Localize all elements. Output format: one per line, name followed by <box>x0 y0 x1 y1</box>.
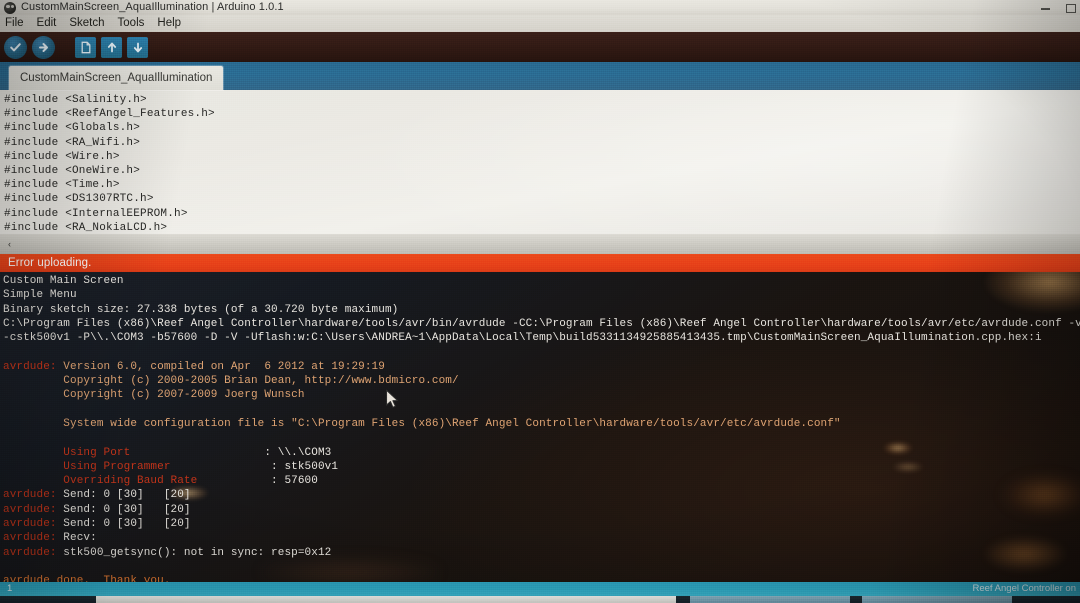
menu-item-tools[interactable]: Tools <box>118 15 145 32</box>
console-output[interactable]: Custom Main Screen Simple Menu Binary sket… <box>0 272 1080 582</box>
verify-button[interactable] <box>4 35 27 59</box>
arrow-right-icon <box>39 42 48 52</box>
console-line: Overriding Baud Rate : 57600 <box>3 474 1080 488</box>
console-line: avrdude: Send: 0 [30] [20] <box>3 503 1080 517</box>
console-line: C:\Program Files (x86)\Reef Angel Contro… <box>3 317 1080 330</box>
page-icon <box>81 41 90 53</box>
console-line-value: : \\.\COM3 <box>264 446 332 459</box>
checkmark-icon <box>10 42 21 51</box>
console-line-value: : stk500v1 <box>271 460 339 473</box>
console-line: Using Port : \\.\COM3 <box>3 446 1080 460</box>
arduino-logo-icon <box>4 1 16 14</box>
board-indicator: Reef Angel Controller on <box>972 583 1076 594</box>
console-line: -cstk500v1 -P\\.\COM3 -b57600 -D -V -Ufl… <box>3 332 1042 345</box>
code-line: #include <ReefAngel_Features.h> <box>4 108 215 121</box>
console-line: avrdude: Version 6.0, compiled on Apr 6 … <box>3 360 1080 374</box>
window-title: CustomMainScreen_AquaIllumination | Ardu… <box>21 1 284 13</box>
console-line-prefix: avrdude: <box>3 503 57 516</box>
code-editor[interactable]: #include <Salinity.h> #include <ReefAnge… <box>0 90 1080 234</box>
menu-item-edit[interactable]: Edit <box>37 15 57 32</box>
console-line: avrdude done. Thank you. <box>3 575 171 582</box>
os-taskbar <box>0 596 1080 603</box>
console-line: System wide configuration file is "C:\Pr… <box>3 417 841 430</box>
taskbar-window-button[interactable] <box>690 596 850 603</box>
menu-item-sketch[interactable]: Sketch <box>69 15 104 32</box>
code-line: #include <Globals.h> <box>4 122 141 135</box>
console-line: avrdude: stk500_getsync(): not in sync: … <box>3 546 1080 560</box>
console-line-prefix: avrdude: <box>3 518 57 531</box>
code-line: #include <InternalEEPROM.h> <box>4 207 188 220</box>
tabbar: CustomMainScreen_AquaIllumination <box>0 62 1080 90</box>
code-line: #include <RA_Wifi.h> <box>4 136 141 149</box>
code-line: #include <Time.h> <box>4 179 120 192</box>
taskbar-window-button[interactable] <box>862 596 1012 603</box>
console-line-text: stk500_getsync(): not in sync: resp=0x12 <box>56 546 332 559</box>
scroll-left-arrow-icon[interactable]: ‹ <box>2 236 17 252</box>
minimize-icon[interactable] <box>1040 2 1051 13</box>
console-line: avrdude: Send: 0 [30] [20] <box>3 488 1080 502</box>
console-line: Custom Main Screen <box>3 275 124 287</box>
console-line-prefix: avrdude: <box>3 360 57 373</box>
console-line: Binary sketch size: 27.338 bytes (of a 3… <box>3 303 399 316</box>
status-bar: 1 Reef Angel Controller on <box>0 582 1080 596</box>
save-button[interactable] <box>127 36 148 58</box>
code-line: #include <Salinity.h> <box>4 94 147 106</box>
console-line-text: Send: 0 [30] [20] <box>56 489 191 502</box>
upload-button[interactable] <box>32 35 55 59</box>
console-line-label: Using Port <box>3 446 265 459</box>
console-line-prefix: avrdude: <box>3 489 57 502</box>
new-button[interactable] <box>75 36 96 58</box>
toolbar <box>0 32 1080 62</box>
open-button[interactable] <box>101 36 122 58</box>
window-titlebar[interactable]: CustomMainScreen_AquaIllumination | Ardu… <box>0 0 1080 15</box>
menubar: File Edit Sketch Tools Help <box>0 15 1080 32</box>
maximize-icon[interactable] <box>1065 2 1076 13</box>
console-line: avrdude: Send: 0 [30] [20] <box>3 517 1080 531</box>
console-line: Copyright (c) 2007-2009 Joerg Wunsch <box>3 389 305 402</box>
screen: CustomMainScreen_AquaIllumination | Ardu… <box>0 0 1080 603</box>
console-line: Simple Menu <box>3 289 77 302</box>
console-line-prefix: avrdude: <box>3 532 57 545</box>
error-message: Error uploading. <box>8 257 92 269</box>
console-line-text: Send: 0 [30] [20] <box>56 518 191 531</box>
console-line: Using Programmer : stk500v1 <box>3 460 1080 474</box>
status-message-bar: Error uploading. <box>0 254 1080 272</box>
code-line: #include <RA_NokiaLCD.h> <box>4 221 168 234</box>
window-controls <box>1040 0 1076 15</box>
console-line-label: Using Programmer <box>3 460 272 473</box>
taskbar-window-button[interactable] <box>96 596 676 603</box>
code-line: #include <DS1307RTC.h> <box>4 193 154 206</box>
arrow-up-icon <box>107 42 116 52</box>
line-number-indicator: 1 <box>7 583 13 594</box>
menu-item-help[interactable]: Help <box>157 15 181 32</box>
console-line-text: Send: 0 [30] [20] <box>56 503 191 516</box>
console-line-prefix: avrdude: <box>3 546 57 559</box>
menu-item-file[interactable]: File <box>5 15 24 32</box>
console-lines: Custom Main Screen Simple Menu Binary sket… <box>3 274 1080 582</box>
console-line: avrdude: Recv: <box>3 531 1080 545</box>
editor-horizontal-scrollbar[interactable]: ‹ <box>0 234 1080 254</box>
console-line-value: : 57600 <box>271 475 318 488</box>
code-line: #include <Wire.h> <box>4 150 120 163</box>
tab-label: CustomMainScreen_AquaIllumination <box>20 72 213 84</box>
tab-custommainscreen-aquaillumination[interactable]: CustomMainScreen_AquaIllumination <box>9 66 224 90</box>
console-line-label: Overriding Baud Rate <box>3 475 272 488</box>
console-line-text: Version 6.0, compiled on Apr 6 2012 at 1… <box>56 360 385 373</box>
console-line-text: Recv: <box>56 532 104 545</box>
code-line: #include <OneWire.h> <box>4 165 141 178</box>
console-line: Copyright (c) 2000-2005 Brian Dean, http… <box>3 375 459 388</box>
arrow-down-icon <box>133 42 142 52</box>
